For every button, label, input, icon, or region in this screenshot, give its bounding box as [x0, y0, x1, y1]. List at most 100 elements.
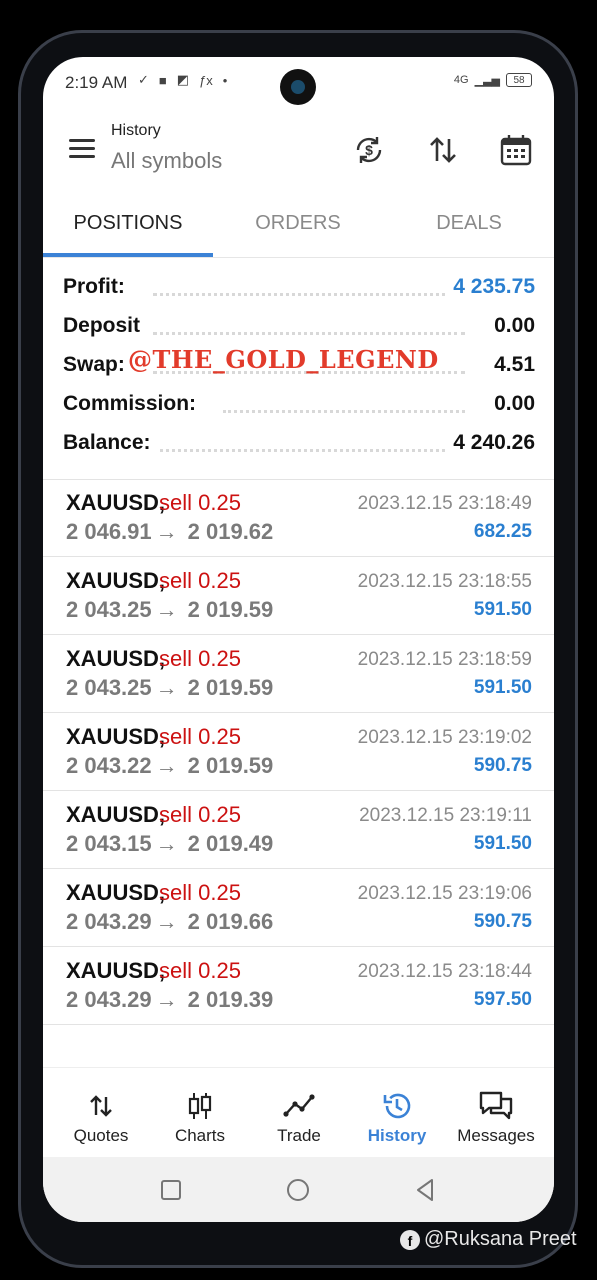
swap-label: Swap:	[63, 353, 131, 377]
deal-close-price: 2 019.39	[187, 987, 274, 1012]
deal-row[interactable]: XAUUSD, sell 0.25 2 043.25 → 2 019.59 2023.12…	[43, 557, 554, 635]
signal-icon: ▁▃▅	[474, 74, 500, 87]
deal-open-price: 2 043.29	[66, 909, 152, 934]
deal-time: 2023.12.15 23:18:49	[357, 493, 532, 514]
deal-arrow: →	[155, 675, 178, 700]
deal-side: sell 0.25	[159, 724, 241, 749]
deposit-label: Deposit	[63, 314, 147, 338]
phone-screen: 2:19 AM ✓ ■ ◩ ƒx • 4G ▁▃▅ 58 History All…	[43, 57, 554, 1222]
deal-open-price: 2 043.25	[66, 675, 152, 700]
network-label: 4G	[453, 74, 469, 86]
deal-symbol: XAUUSD,	[66, 568, 166, 593]
nav-quotes[interactable]: Quotes	[51, 1068, 151, 1158]
deal-row[interactable]: XAUUSD, sell 0.25 2 043.25 → 2 019.59 2023.12…	[43, 635, 554, 713]
deal-symbol: XAUUSD,	[66, 724, 166, 749]
tab-orders[interactable]: ORDERS	[213, 197, 383, 257]
deal-symbol: XAUUSD,	[66, 880, 166, 905]
currency-exchange-icon[interactable]: $	[349, 130, 389, 170]
deal-close-price: 2 019.59	[187, 675, 274, 700]
deal-open-price: 2 046.91	[66, 519, 152, 544]
deal-arrow: →	[155, 753, 178, 778]
history-icon	[377, 1090, 417, 1122]
nav-history-label: History	[367, 1126, 427, 1145]
nav-messages[interactable]: Messages	[446, 1068, 546, 1158]
deal-prices: 2 043.22 → 2 019.59	[66, 753, 273, 779]
deal-open-price: 2 043.15	[66, 831, 152, 856]
dot-leader	[153, 332, 465, 335]
deal-prices: 2 046.91 → 2 019.62	[66, 519, 273, 545]
commission-value: 0.00	[488, 392, 535, 416]
deal-close-price: 2 019.49	[187, 831, 274, 856]
back-icon[interactable]	[412, 1177, 438, 1203]
fx-icon: ƒx	[199, 72, 213, 88]
tab-deals[interactable]: DEALS	[384, 197, 554, 257]
notification-icons: ✓ ■ ◩ ƒx •	[138, 72, 227, 88]
swap-value: 4.51	[488, 353, 535, 377]
balance-row: Balance: 4 240.26	[63, 431, 535, 463]
charts-icon	[180, 1090, 220, 1122]
tab-positions[interactable]: POSITIONS	[43, 197, 213, 257]
commission-label: Commission:	[63, 392, 203, 416]
deal-arrow: →	[155, 909, 178, 934]
dot-leader	[153, 449, 465, 452]
menu-icon[interactable]	[69, 139, 95, 159]
more-dot-icon: •	[222, 72, 228, 88]
deal-row[interactable]: XAUUSD, sell 0.25 2 046.91 → 2 019.62 2023.12…	[43, 479, 554, 557]
recent-apps-icon[interactable]	[158, 1177, 184, 1203]
deal-side: sell 0.25	[159, 802, 241, 827]
deal-symbol: XAUUSD,	[66, 958, 166, 983]
facebook-logo-icon: f	[400, 1229, 420, 1250]
deal-side: sell 0.25	[159, 958, 241, 983]
status-time: 2:19 AM	[65, 73, 128, 92]
deal-time: 2023.12.15 23:18:59	[357, 649, 532, 670]
symbol-filter[interactable]: All symbols	[111, 148, 222, 174]
deal-profit: 597.50	[473, 989, 532, 1010]
deal-prices: 2 043.29 → 2 019.39	[66, 987, 273, 1013]
history-tabs: POSITIONS ORDERS DEALS	[43, 197, 554, 258]
messages-icon	[476, 1090, 516, 1122]
dot-leader	[153, 293, 465, 296]
deal-time: 2023.12.15 23:19:02	[357, 727, 532, 748]
facebook-icon: ■	[158, 72, 167, 88]
credit-text: @Ruksana Preet	[424, 1228, 577, 1250]
nav-quotes-label: Quotes	[73, 1126, 129, 1145]
deposit-value: 0.00	[488, 314, 535, 338]
deal-time: 2023.12.15 23:19:06	[357, 883, 532, 904]
deal-side: sell 0.25	[159, 880, 241, 905]
credit-watermark: f @Ruksana Preet	[400, 1228, 577, 1251]
deal-arrow: →	[155, 831, 178, 856]
deal-row[interactable]: XAUUSD, sell 0.25 2 043.22 → 2 019.59 2023.12…	[43, 713, 554, 791]
deal-close-price: 2 019.62	[187, 519, 274, 544]
page-title: History	[111, 122, 161, 139]
deal-profit: 591.50	[473, 833, 532, 854]
reader-icon: ◩	[176, 72, 190, 87]
deal-side: sell 0.25	[159, 490, 241, 515]
calendar-icon[interactable]	[496, 130, 536, 170]
quotes-icon	[81, 1090, 121, 1122]
deal-row[interactable]: XAUUSD, sell 0.25 2 043.15 → 2 019.49 2023.12…	[43, 791, 554, 869]
trade-icon	[279, 1090, 319, 1122]
nav-trade[interactable]: Trade	[249, 1068, 349, 1158]
nav-trade-label: Trade	[277, 1126, 321, 1145]
home-icon[interactable]	[285, 1177, 311, 1203]
deal-close-price: 2 019.59	[187, 597, 274, 622]
commission-row: Commission: 0.00	[63, 392, 535, 424]
deal-arrow: →	[155, 987, 178, 1012]
sort-icon[interactable]	[423, 130, 463, 170]
bookmyshow-icon: ✓	[138, 72, 149, 87]
nav-messages-label: Messages	[457, 1126, 535, 1145]
nav-history[interactable]: History	[347, 1068, 447, 1158]
app-header: History All symbols $	[43, 112, 554, 192]
deal-row[interactable]: XAUUSD, sell 0.25 2 043.29 → 2 019.66 2023.12…	[43, 869, 554, 947]
deals-list: XAUUSD, sell 0.25 2 046.91 → 2 019.62 2023.12…	[43, 479, 554, 1025]
deal-symbol: XAUUSD,	[66, 490, 166, 515]
nav-charts[interactable]: Charts	[150, 1068, 250, 1158]
active-tab-indicator	[43, 253, 213, 257]
profit-value: 4 235.75	[447, 275, 535, 299]
status-bar: 2:19 AM ✓ ■ ◩ ƒx • 4G ▁▃▅ 58	[43, 57, 554, 107]
deal-close-price: 2 019.66	[187, 909, 274, 934]
account-summary: Profit: 4 235.75 Deposit 0.00 Swap: 4.51…	[43, 267, 554, 480]
deal-row[interactable]: XAUUSD, sell 0.25 2 043.29 → 2 019.39 2023.12…	[43, 947, 554, 1025]
deal-profit: 590.75	[473, 911, 532, 932]
status-right: 4G ▁▃▅ 58	[454, 73, 532, 87]
